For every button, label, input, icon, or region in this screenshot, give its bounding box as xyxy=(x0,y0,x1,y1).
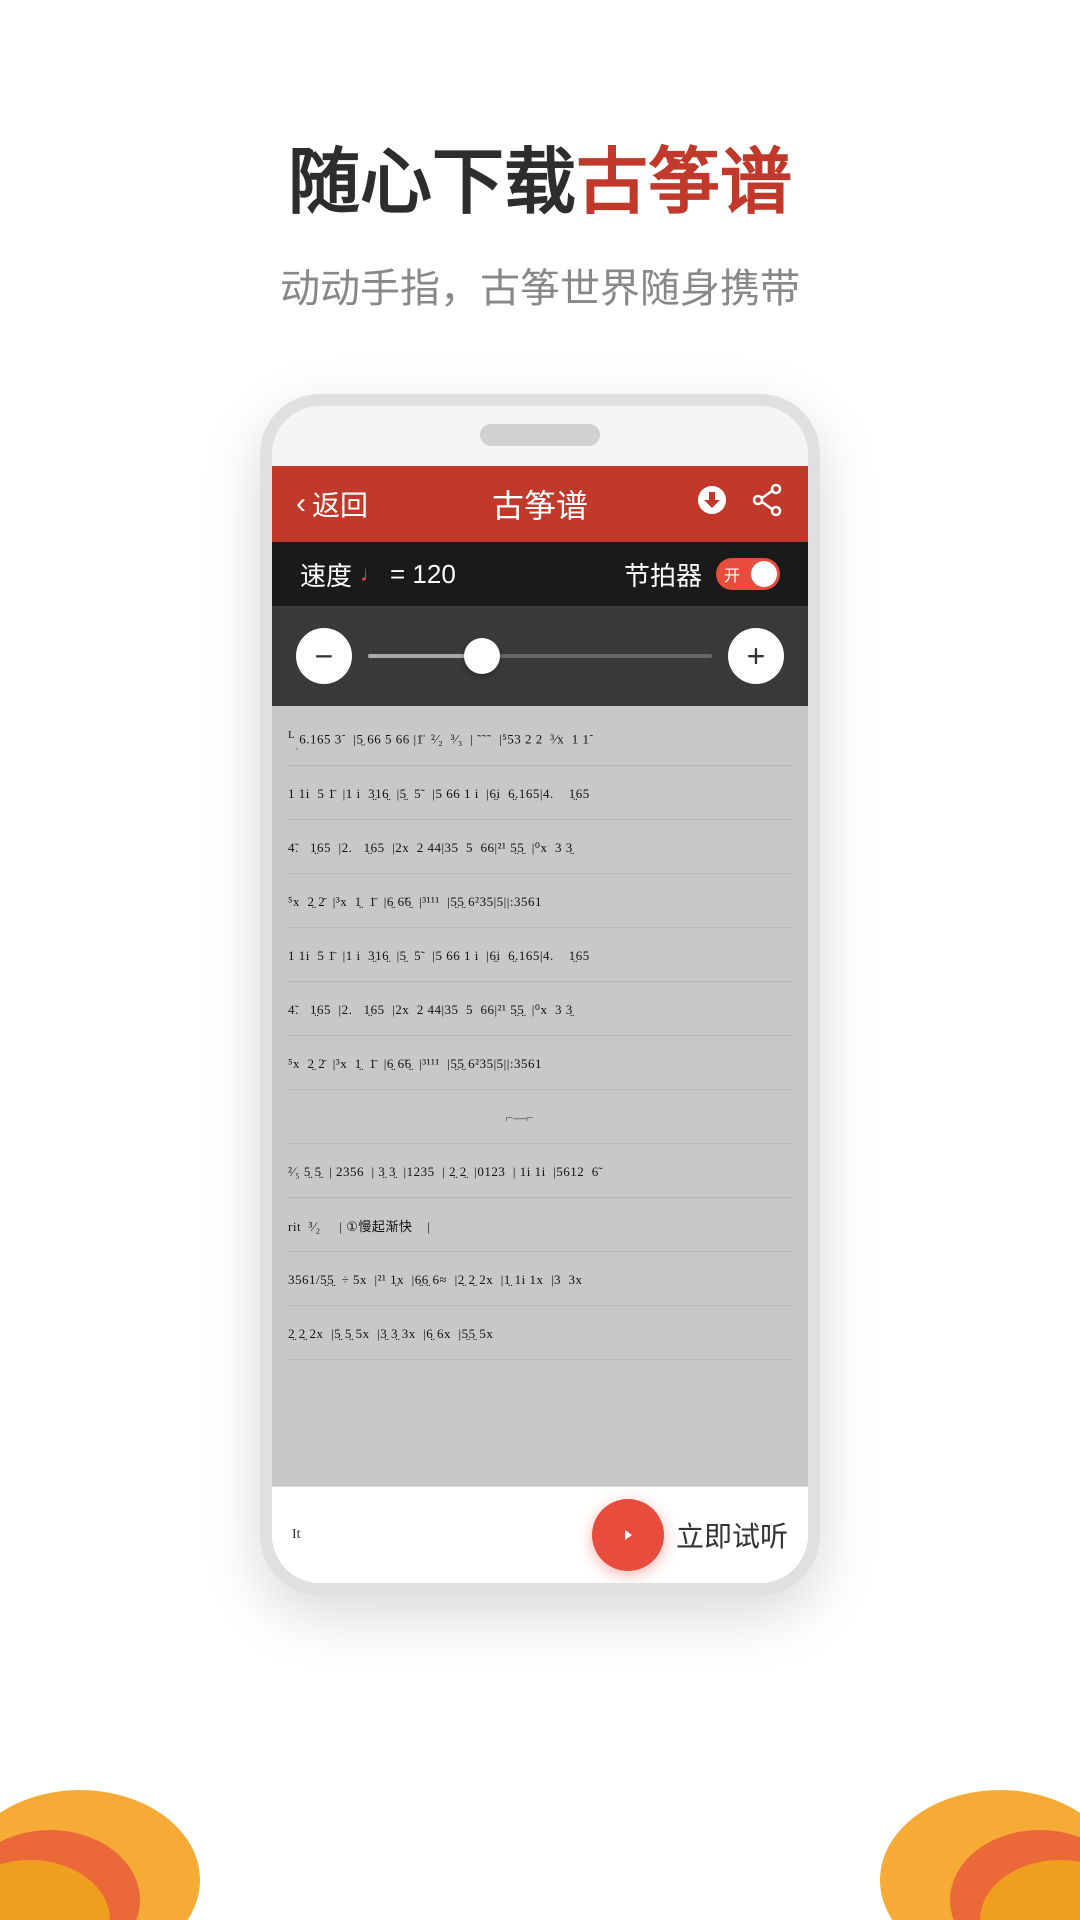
score-row: ⁵x 2̤ 2̄ |³x 1̤ 1̄ |6̤ 6̃6̤ |³¹¹¹ |5̤5̤ … xyxy=(288,1038,792,1090)
score-row: ⌐—⌐ xyxy=(288,1092,792,1144)
app-screen-title: 古筝谱 xyxy=(492,481,588,527)
metronome-section: 节拍器 开 xyxy=(624,556,780,593)
share-icon[interactable] xyxy=(750,483,784,525)
music-note-icon: ♩ xyxy=(360,561,382,587)
back-button[interactable]: ‹ 返回 xyxy=(296,484,368,524)
slider-thumb xyxy=(464,638,500,674)
score-row: 3561/5̤5̤ ÷ 5x |²¹ 1̤x |6̤6̤ 6≈ |2̤ 2̤ 2… xyxy=(288,1254,792,1306)
score-row: 4̃. 1̤65 |2. 1̤65 |2x 2 44|35 5 66|²¹ 5̤… xyxy=(288,822,792,874)
score-row: ⁵x 2̤ 2̄ |³x 1̤ 1̄ |6̤ 6̃6̤ |³¹¹¹ |5̤5̤ … xyxy=(288,876,792,928)
back-chevron-icon: ‹ xyxy=(296,487,306,521)
main-title: 随心下载古筝谱 xyxy=(0,140,1080,226)
decrease-button[interactable]: − xyxy=(296,628,352,684)
listen-section[interactable]: 立即试听 xyxy=(592,1499,788,1571)
score-row: rit ³⁄₂ | ①慢起渐快 | xyxy=(288,1200,792,1252)
phone-mockup: ‹ 返回 古筝谱 xyxy=(260,394,820,1595)
slider-bar: − + xyxy=(272,606,808,706)
listen-play-button[interactable] xyxy=(592,1499,664,1571)
score-content: Lˌ6.165 3- |5̤ 66 5 66 |1̈ ²⁄₂ ³⁄₃ | ˜˜˜… xyxy=(272,706,808,1486)
score-row: ²⁄₅ 5̤ 5̤ | 2356 | 3̤ 3̤ |1235 | 2̤ 2̤ |… xyxy=(288,1146,792,1198)
increase-button[interactable]: + xyxy=(728,628,784,684)
phone-container: ‹ 返回 古筝谱 xyxy=(0,374,1080,1595)
speed-bar: 速度 ♩ = 120 节拍器 开 xyxy=(272,542,808,606)
app-header-bar: ‹ 返回 古筝谱 xyxy=(272,466,808,542)
speed-slider[interactable] xyxy=(368,654,712,658)
metronome-toggle[interactable]: 开 xyxy=(716,558,780,590)
bookmark-icon[interactable] xyxy=(694,482,730,526)
score-row: 1 1i 5 1̄ |1 i 3̤16̤ |5̤ 5̃ |5 66 1 i |6… xyxy=(288,930,792,982)
toggle-on-label: 开 xyxy=(724,562,740,586)
listen-bar: It 立即试听 xyxy=(272,1486,808,1583)
score-row: 2̤ 2̤ 2x |5̤ 5̤ 5x |3̤ 3̤ 3x |6̤ 6x |5̤5… xyxy=(288,1308,792,1360)
speed-section: 速度 ♩ = 120 xyxy=(300,556,456,593)
toggle-knob xyxy=(751,561,777,587)
sub-title: 动动手指，古筝世界随身携带 xyxy=(0,256,1080,314)
score-row: 1 1i 5 1̄ |1 i 3̤16̤ |5̤ 5̃ |5 66 1 i |6… xyxy=(288,768,792,820)
minus-icon: − xyxy=(315,638,334,675)
back-label: 返回 xyxy=(312,484,368,524)
score-row: 4̃. 1̤65 |2. 1̤65 |2x 2 44|35 5 66|²¹ 5̤… xyxy=(288,984,792,1036)
speed-value: = 120 xyxy=(390,559,456,590)
listen-label: 立即试听 xyxy=(676,1515,788,1555)
header-section: 随心下载古筝谱 动动手指，古筝世界随身携带 xyxy=(0,0,1080,374)
metronome-label: 节拍器 xyxy=(624,556,702,593)
phone-speaker xyxy=(480,424,600,446)
bottom-score-text: It xyxy=(292,1527,592,1543)
title-prefix: 随心下载 xyxy=(288,143,576,223)
plus-icon: + xyxy=(747,638,766,675)
speed-text: 速度 xyxy=(300,556,352,593)
phone-screen: ‹ 返回 古筝谱 xyxy=(272,466,808,1583)
title-highlight: 古筝谱 xyxy=(576,143,792,223)
score-row: Lˌ6.165 3- |5̤ 66 5 66 |1̈ ²⁄₂ ³⁄₃ | ˜˜˜… xyxy=(288,714,792,766)
header-icons xyxy=(694,482,784,526)
